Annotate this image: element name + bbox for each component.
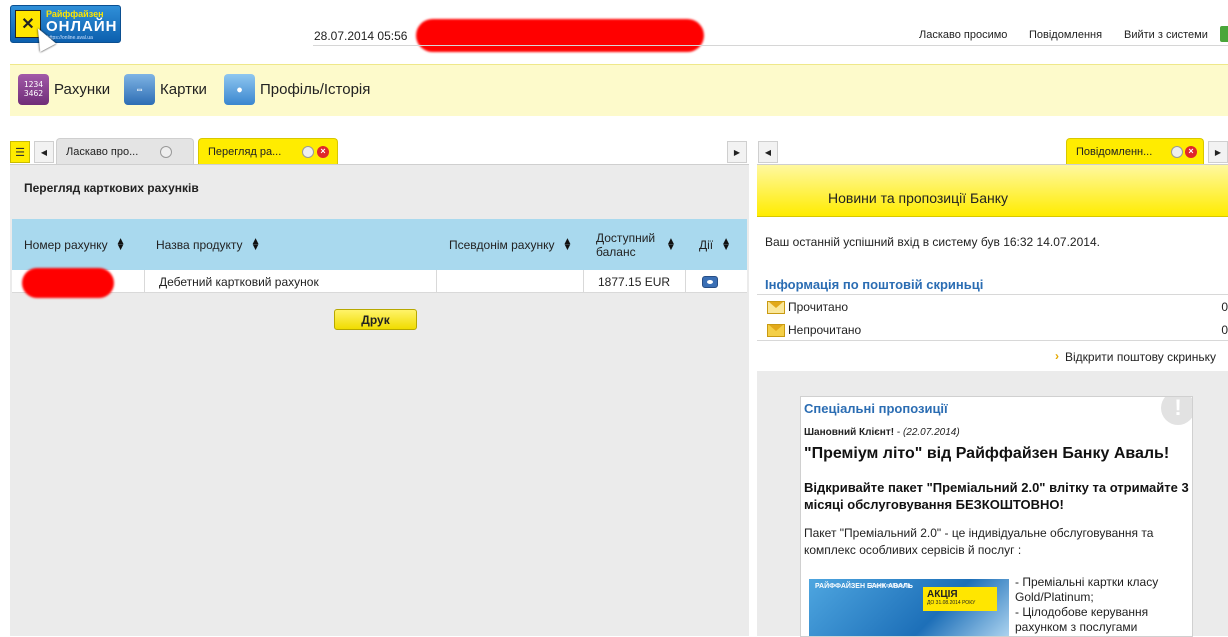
nav-item-profile[interactable]: ● Профіль/Історія	[224, 73, 370, 105]
envelope-icon	[767, 323, 785, 337]
messages-link[interactable]: Повідомлення	[1029, 29, 1102, 41]
nav-label-accounts: Рахунки	[54, 80, 111, 98]
promo-premium: Premium Banking	[871, 583, 911, 589]
tab-welcome-label: Ласкаво про...	[66, 146, 139, 158]
sort-icon[interactable]: ▲ ▼	[721, 236, 731, 252]
list-item: Непрочитано 0	[757, 319, 1228, 341]
nav-item-accounts[interactable]: 1234 3462 Рахунки	[18, 73, 110, 105]
col-actions[interactable]: Дії ▲ ▼	[699, 219, 745, 270]
chevron-right-icon: ›	[1055, 349, 1059, 363]
col-product-name-label: Назва продукту	[156, 237, 243, 252]
news-panel: ◀ Повідомленн... × ▶ Новини та пропозиці…	[757, 138, 1228, 637]
promo-badge-title: АКЦІЯ	[927, 589, 958, 600]
col-balance-label: Доступний баланс	[596, 230, 656, 259]
clock-icon	[1171, 146, 1183, 158]
offer-from: Шановний Клієнт!	[804, 427, 895, 438]
clock-icon	[302, 146, 314, 158]
accounts-panel: ☰ ◀ Ласкаво про... Перегляд ра... × ▶ Пе…	[10, 138, 749, 636]
offer-bullets: - Преміальні картки класу Gold/Platinum;…	[1015, 575, 1191, 635]
col-alias-label: Псевдонім рахунку	[449, 237, 555, 252]
promo-banner[interactable]: РАЙФФАЙЗЕН БАНК АВАЛЬ Premium Banking АК…	[809, 579, 1009, 636]
profile-icon: ●	[224, 73, 255, 105]
accounts-body: Перегляд карткових рахунків Номер рахунк…	[10, 164, 749, 636]
special-offers-box: Спеціальні пропозиції ! Шановний Клієнт!…	[800, 396, 1193, 637]
mail-read-label: Прочитано	[788, 300, 848, 314]
open-mailbox-row: › Відкрити поштову скриньку	[757, 341, 1228, 371]
session-datetime: 28.07.2014 05:56	[314, 29, 408, 43]
last-login-text: Ваш останній успішний вхід в систему був…	[765, 235, 1100, 249]
logout-link[interactable]: Вийти з системи	[1124, 29, 1208, 41]
news-title: Новини та пропозиції Банку	[828, 190, 1009, 206]
col-balance[interactable]: Доступний баланс ▲ ▼	[596, 219, 696, 270]
offer-headline: "Преміум літо" від Райффайзен Банку Авал…	[804, 445, 1170, 462]
header-divider	[313, 45, 1228, 46]
mailbox-info-title: Інформація по поштовій скриньці	[765, 277, 984, 292]
accounts-icon: 1234 3462	[18, 73, 49, 105]
cell-product-name: Дебетний картковий рахунок	[145, 270, 437, 293]
clock-icon	[160, 146, 172, 158]
tab-account-view-label: Перегляд ра...	[208, 146, 282, 158]
nav-label-profile: Профіль/Історія	[260, 80, 371, 98]
tab-scroll-left-icon[interactable]: ◀	[34, 141, 54, 163]
mail-unread-count: 0	[1221, 323, 1228, 337]
list-item: Прочитано 0	[757, 296, 1228, 318]
col-account-number[interactable]: Номер рахунку ▲ ▼	[24, 219, 154, 270]
print-button[interactable]: Друк	[334, 309, 417, 330]
view-details-icon[interactable]	[702, 275, 718, 288]
mail-read-count: 0	[1221, 300, 1228, 314]
left-tabstrip: ☰ ◀ Ласкаво про... Перегляд ра... × ▶	[10, 138, 749, 164]
close-icon[interactable]: ×	[1185, 146, 1197, 158]
tab-messages-label: Повідомленн...	[1076, 146, 1153, 158]
mail-unread-label: Непрочитано	[788, 323, 862, 337]
envelope-open-icon	[767, 300, 785, 314]
cell-actions	[686, 270, 734, 293]
page-title: Перегляд карткових рахунків	[24, 181, 199, 195]
promo-badge: АКЦІЯ ДО 31.08.2014 РОКУ	[923, 587, 997, 611]
redacted-account-number	[22, 268, 114, 298]
bank-logo[interactable]: ✕ Райффайзен ОНЛАЙН https://online.aval.…	[10, 5, 121, 43]
tab-scroll-left-icon[interactable]: ◀	[758, 141, 778, 163]
tab-scroll-right-icon[interactable]: ▶	[727, 141, 747, 163]
list-item: - Цілодобове керування рахунком з послуг…	[1015, 605, 1149, 634]
sort-icon[interactable]: ▲ ▼	[562, 236, 572, 252]
news-header: Новини та пропозиції Банку	[757, 165, 1228, 217]
main-nav: 1234 3462 Рахунки ▭ Картки ● Профіль/Істо…	[10, 64, 1228, 116]
offer-greeting: Шановний Клієнт! - (22.07.2014)	[804, 427, 960, 438]
sort-icon[interactable]: ▲ ▼	[666, 236, 676, 252]
welcome-link[interactable]: Ласкаво просимо	[919, 29, 1007, 41]
close-icon[interactable]: ×	[317, 146, 329, 158]
open-mailbox-link[interactable]: Відкрити поштову скриньку	[1065, 350, 1216, 364]
exclamation-icon: !	[1161, 397, 1192, 425]
logo-line2: ОНЛАЙН	[46, 18, 118, 35]
tab-scroll-right-icon[interactable]: ▶	[1208, 141, 1228, 163]
tab-welcome[interactable]: Ласкаво про...	[56, 138, 194, 164]
offer-paragraph: Пакет "Преміальний 2.0" - це індивідуаль…	[804, 526, 1154, 557]
sort-icon[interactable]: ▲ ▼	[251, 236, 261, 252]
offer-subheadline: Відкривайте пакет "Преміальний 2.0" вліт…	[804, 480, 1189, 512]
nav-label-cards: Картки	[160, 80, 207, 98]
cards-icon: ▭	[124, 73, 155, 105]
logout-icon[interactable]	[1220, 26, 1228, 42]
cell-alias	[437, 270, 584, 293]
tab-messages[interactable]: Повідомленн... ×	[1066, 138, 1204, 164]
redacted-username	[416, 19, 704, 52]
col-account-number-label: Номер рахунку	[24, 237, 108, 252]
cell-balance: 1877.15 EUR	[584, 270, 686, 293]
tab-account-view[interactable]: Перегляд ра... ×	[198, 138, 338, 164]
table-header: Номер рахунку ▲ ▼ Назва продукту ▲ ▼ Псевдон…	[12, 219, 747, 270]
sort-icon[interactable]: ▲ ▼	[116, 236, 126, 252]
promo-badge-sub: ДО 31.08.2014 РОКУ	[927, 600, 976, 606]
news-body: Новини та пропозиції Банку Ваш останній …	[757, 164, 1228, 637]
offer-date: (22.07.2014)	[902, 427, 960, 438]
offers-title: Спеціальні пропозиції	[804, 401, 948, 416]
col-alias[interactable]: Псевдонім рахунку ▲ ▼	[449, 219, 595, 270]
col-actions-label: Дії	[699, 237, 714, 252]
col-product-name[interactable]: Назва продукту ▲ ▼	[156, 219, 446, 270]
list-item: - Преміальні картки класу Gold/Platinum;	[1015, 575, 1159, 604]
right-tabstrip: ◀ Повідомленн... × ▶	[757, 138, 1228, 164]
mailbox-stats: Прочитано 0 Непрочитано 0	[757, 294, 1228, 341]
table-row[interactable]: Дебетний картковий рахунок 1877.15 EUR	[12, 270, 747, 293]
nav-item-cards[interactable]: ▭ Картки	[124, 73, 207, 105]
tab-list-icon[interactable]: ☰	[10, 141, 30, 163]
